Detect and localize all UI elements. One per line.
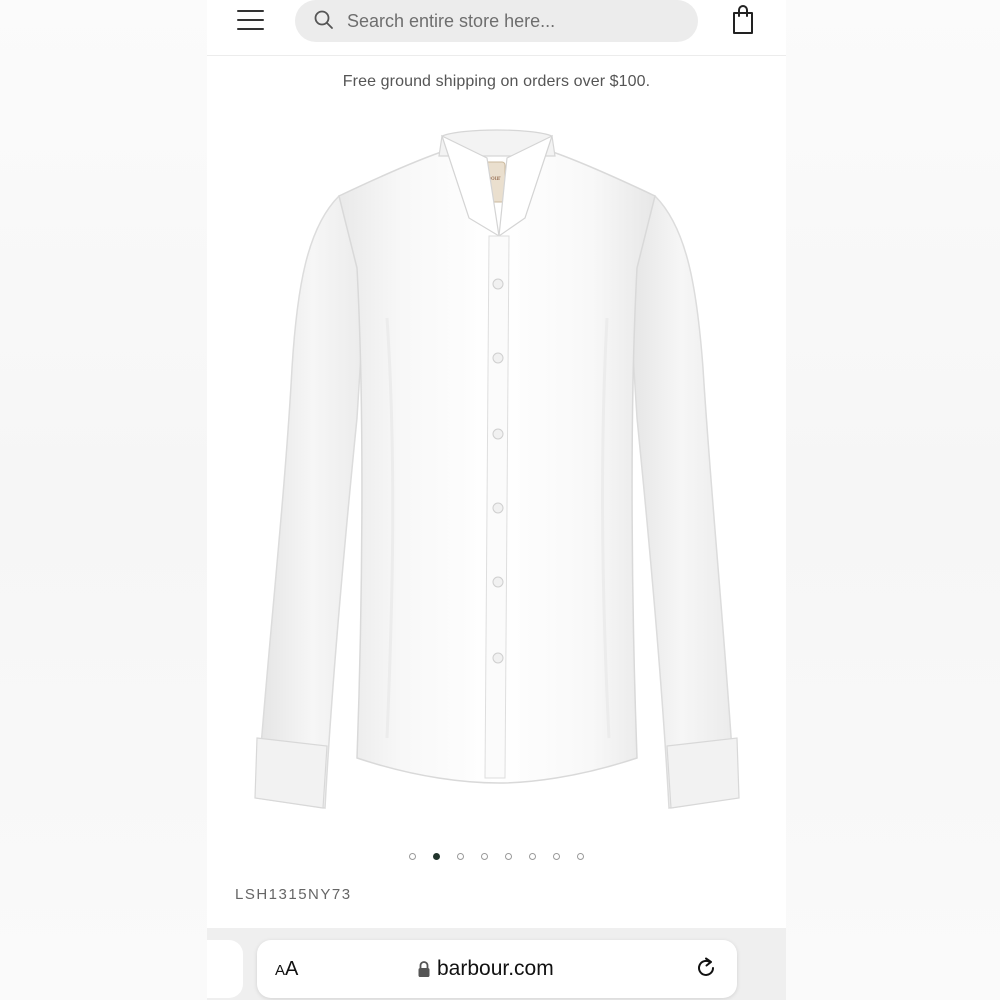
text-size-label-large: A bbox=[285, 958, 299, 980]
site-header bbox=[207, 0, 786, 56]
text-size-button[interactable]: AA bbox=[275, 958, 298, 981]
search-bar[interactable] bbox=[295, 0, 698, 42]
menu-icon-bar-bottom bbox=[237, 28, 264, 30]
carousel-dot[interactable] bbox=[577, 853, 584, 860]
search-icon bbox=[314, 10, 333, 29]
text-size-label-small: A bbox=[275, 962, 286, 979]
menu-icon-bar-top bbox=[237, 10, 264, 12]
shipping-banner: Free ground shipping on orders over $100… bbox=[342, 73, 651, 90]
previous-tab-edge[interactable] bbox=[207, 940, 243, 998]
product-image[interactable]: Barbour bbox=[237, 118, 757, 818]
blurred-backdrop-left bbox=[0, 0, 207, 1000]
url-display[interactable]: barbour.com bbox=[417, 956, 554, 982]
carousel-dot[interactable] bbox=[409, 853, 416, 860]
browser-toolbar: AA barbour.com bbox=[207, 928, 786, 1000]
menu-button[interactable] bbox=[235, 8, 267, 34]
image-carousel-dots bbox=[207, 850, 786, 862]
carousel-dot-active[interactable] bbox=[433, 853, 440, 860]
mobile-browser-viewport: Free ground shipping on orders over $100… bbox=[207, 0, 786, 1000]
menu-icon-bar-middle bbox=[237, 19, 264, 21]
url-text: barbour.com bbox=[437, 957, 554, 980]
carousel-dot[interactable] bbox=[505, 853, 512, 860]
carousel-dot[interactable] bbox=[481, 853, 488, 860]
carousel-dot[interactable] bbox=[529, 853, 536, 860]
blurred-backdrop-right bbox=[786, 0, 1000, 1000]
address-bar[interactable]: AA barbour.com bbox=[257, 940, 737, 998]
product-sku: LSH1315NY73 bbox=[235, 886, 352, 903]
carousel-dot[interactable] bbox=[457, 853, 464, 860]
screenshot-frame: Free ground shipping on orders over $100… bbox=[0, 0, 1000, 1000]
lock-icon bbox=[418, 961, 430, 977]
reload-icon[interactable] bbox=[693, 955, 719, 981]
carousel-dot[interactable] bbox=[553, 853, 560, 860]
shopping-bag-icon[interactable] bbox=[729, 4, 757, 36]
search-input[interactable] bbox=[345, 6, 675, 36]
